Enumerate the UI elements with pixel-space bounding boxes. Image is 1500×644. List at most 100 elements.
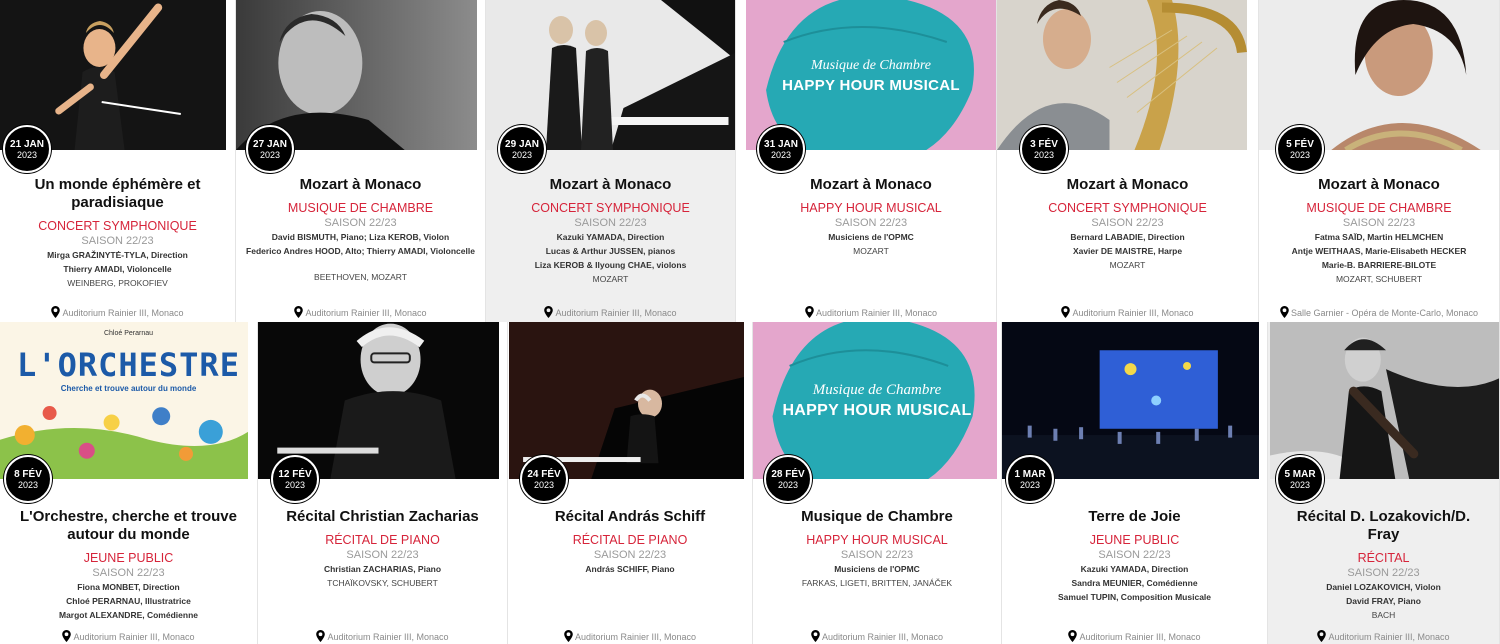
event-info: Récital Christian Zacharias RÉCITAL DE PI… <box>258 508 507 590</box>
event-season: SAISON 22/23 <box>1091 217 1164 229</box>
event-card[interactable]: 5 MAR 2023 Récital D. Lozakovich/D. Fray RÉ… <box>1268 322 1500 644</box>
event-title[interactable]: Mozart à Monaco <box>486 176 735 194</box>
event-venue[interactable]: Auditorium Rainier III, Monaco <box>1268 630 1499 642</box>
location-pin-icon <box>805 306 816 318</box>
event-card[interactable]: 24 FÉV 2023 Récital András Schiff RÉCITAL D… <box>508 322 753 644</box>
event-title[interactable]: Mozart à Monaco <box>746 176 996 194</box>
event-artist: Fiona MONBET, Direction <box>77 582 180 592</box>
event-artist: Sandra MEUNIER, Comédienne <box>1071 578 1198 588</box>
event-artist: Antje WEITHAAS, Marie-Elisabeth HECKER <box>1291 246 1467 256</box>
event-artist: Kazuki YAMADA, Direction <box>556 232 665 242</box>
event-artist: Chloé PERARNAU, Illustratrice <box>66 596 191 606</box>
event-info: Un monde éphémère et paradisiaque CONCERT… <box>0 176 235 290</box>
location-pin-icon <box>1317 630 1328 642</box>
event-title[interactable]: Un monde éphémère et paradisiaque <box>0 176 235 212</box>
event-info: Mozart à Monaco CONCERT SYMPHONIQUE SAISON… <box>997 176 1258 272</box>
event-venue[interactable]: Auditorium Rainier III, Monaco <box>753 630 1001 642</box>
date-day: 29 JAN <box>505 139 539 150</box>
event-artist: Marie-B. BARRIERE-BILOTE <box>1321 260 1437 270</box>
event-card[interactable]: 12 FÉV 2023 Récital Christian Zacharias RÉC… <box>258 322 508 644</box>
event-venue[interactable]: Auditorium Rainier III, Monaco <box>486 306 735 318</box>
date-badge: 29 JAN 2023 <box>498 125 546 173</box>
event-title[interactable]: Mozart à Monaco <box>1259 176 1499 194</box>
event-artist: Federico Andres HOOD, Alto; Thierry AMAD… <box>246 246 475 256</box>
event-category: MUSIQUE DE CHAMBRE <box>1306 201 1452 215</box>
event-title[interactable]: Terre de Joie <box>1002 508 1267 526</box>
event-season: SAISON 22/23 <box>1342 217 1416 229</box>
event-program: WEINBERG, PROKOFIEV <box>67 278 168 288</box>
event-card[interactable]: 3 FÉV 2023 Mozart à Monaco CONCERT SYMPHONI… <box>997 0 1259 322</box>
event-category: HAPPY HOUR MUSICAL <box>806 533 948 547</box>
event-program: FARKAS, LIGETI, BRITTEN, JANÁČEK <box>801 578 953 588</box>
event-season: SAISON 22/23 <box>840 549 914 561</box>
event-program: MOZART <box>853 246 889 256</box>
date-badge: 21 JAN 2023 <box>3 125 51 173</box>
date-year: 2023 <box>533 480 555 490</box>
date-day: 24 FÉV <box>527 469 561 480</box>
date-day: 28 FÉV <box>771 469 805 480</box>
book-author: Chloé Perarnau <box>103 330 154 337</box>
event-title[interactable]: Mozart à Monaco <box>997 176 1258 194</box>
event-info: Mozart à Monaco MUSIQUE DE CHAMBRE SAISON … <box>1259 176 1499 286</box>
event-venue[interactable]: Auditorium Rainier III, Monaco <box>746 306 996 318</box>
date-day: 1 MAR <box>1014 469 1046 480</box>
event-title[interactable]: Mozart à Monaco <box>236 176 485 194</box>
date-day: 12 FÉV <box>278 469 312 480</box>
event-venue[interactable]: Auditorium Rainier III, Monaco <box>1002 630 1267 642</box>
date-year: 2023 <box>17 480 39 490</box>
date-day: 5 MAR <box>1284 469 1316 480</box>
venue-label: Salle Garnier - Opéra de Monte-Carlo, Mo… <box>1290 308 1479 318</box>
date-day: 27 JAN <box>253 139 287 150</box>
venue-label: Auditorium Rainier III, Monaco <box>73 632 195 642</box>
venue-label: Auditorium Rainier III, Monaco <box>1072 308 1194 318</box>
event-card[interactable]: Musique de Chambre HAPPY HOUR MUSICAL 31 J… <box>746 0 997 322</box>
event-venue[interactable]: Auditorium Rainier III, Monaco <box>0 630 257 642</box>
event-venue[interactable]: Auditorium Rainier III, Monaco <box>508 630 752 642</box>
date-badge: 28 FÉV 2023 <box>764 455 812 503</box>
event-category: CONCERT SYMPHONIQUE <box>531 201 690 215</box>
event-info: Récital D. Lozakovich/D. Fray RÉCITAL SAIS… <box>1268 508 1499 622</box>
date-badge: 1 MAR 2023 <box>1006 455 1054 503</box>
event-title[interactable]: Récital D. Lozakovich/D. Fray <box>1268 508 1499 544</box>
event-title[interactable]: Musique de Chambre <box>753 508 1001 526</box>
event-card[interactable]: 29 JAN 2023 Mozart à Monaco CONCERT SYMPHON… <box>486 0 736 322</box>
event-artist: David BISMUTH, Piano; Liza KEROB, Violon <box>271 232 450 242</box>
event-title[interactable]: Récital Christian Zacharias <box>258 508 507 526</box>
event-season: SAISON 22/23 <box>346 549 419 561</box>
event-season: SAISON 22/23 <box>593 549 667 561</box>
book-title: L'ORCHESTRE <box>17 346 240 384</box>
event-card[interactable]: 21 JAN 2023 Un monde éphémère et paradisia… <box>0 0 236 322</box>
event-card[interactable]: Chloé Perarnau L'ORCHESTRE Cherche et trou… <box>0 322 258 644</box>
event-season: SAISON 22/23 <box>81 235 154 247</box>
event-card[interactable]: 5 FÉV 2023 Mozart à Monaco MUSIQUE DE CHAMB… <box>1259 0 1500 322</box>
event-category: JEUNE PUBLIC <box>83 551 174 565</box>
event-image[interactable] <box>1002 322 1259 479</box>
date-day: 21 JAN <box>10 139 44 150</box>
date-badge: 12 FÉV 2023 <box>271 455 319 503</box>
date-day: 3 FÉV <box>1030 139 1058 150</box>
date-year: 2023 <box>511 150 533 160</box>
event-card[interactable]: 1 MAR 2023 Terre de Joie JEUNE PUBLIC SAISON… <box>1002 322 1268 644</box>
event-venue[interactable]: Auditorium Rainier III, Monaco <box>236 306 485 318</box>
poster-title: HAPPY HOUR MUSICAL <box>782 402 972 419</box>
location-pin-icon <box>1280 306 1291 318</box>
event-season: SAISON 22/23 <box>834 217 908 229</box>
event-title[interactable]: Récital András Schiff <box>508 508 752 526</box>
event-venue[interactable]: Auditorium Rainier III, Monaco <box>0 306 235 318</box>
event-info: Musique de Chambre HAPPY HOUR MUSICAL SAIS… <box>753 508 1001 590</box>
event-program: MOZART <box>1109 260 1146 270</box>
date-day: 8 FÉV <box>14 469 42 480</box>
event-venue[interactable]: Auditorium Rainier III, Monaco <box>997 306 1258 318</box>
event-artist: Kazuki YAMADA, Direction <box>1080 564 1189 574</box>
event-program: TCHAÏKOVSKY, SCHUBERT <box>327 578 438 588</box>
event-category: RÉCITAL DE PIANO <box>572 533 688 547</box>
event-venue[interactable]: Auditorium Rainier III, Monaco <box>258 630 507 642</box>
event-title[interactable]: L'Orchestre, cherche et trouve autour du… <box>0 508 257 544</box>
date-day: 5 FÉV <box>1286 139 1314 150</box>
event-venue[interactable]: Salle Garnier - Opéra de Monte-Carlo, Mo… <box>1259 306 1499 318</box>
venue-label: Auditorium Rainier III, Monaco <box>62 308 184 318</box>
event-artist: Bernard LABADIE, Direction <box>1070 232 1185 242</box>
date-day: 31 JAN <box>764 139 798 150</box>
event-card[interactable]: Musique de Chambre HAPPY HOUR MUSICAL 28 F… <box>753 322 1002 644</box>
event-card[interactable]: 27 JAN 2023 Mozart à Monaco MUSIQUE DE CHAM… <box>236 0 486 322</box>
